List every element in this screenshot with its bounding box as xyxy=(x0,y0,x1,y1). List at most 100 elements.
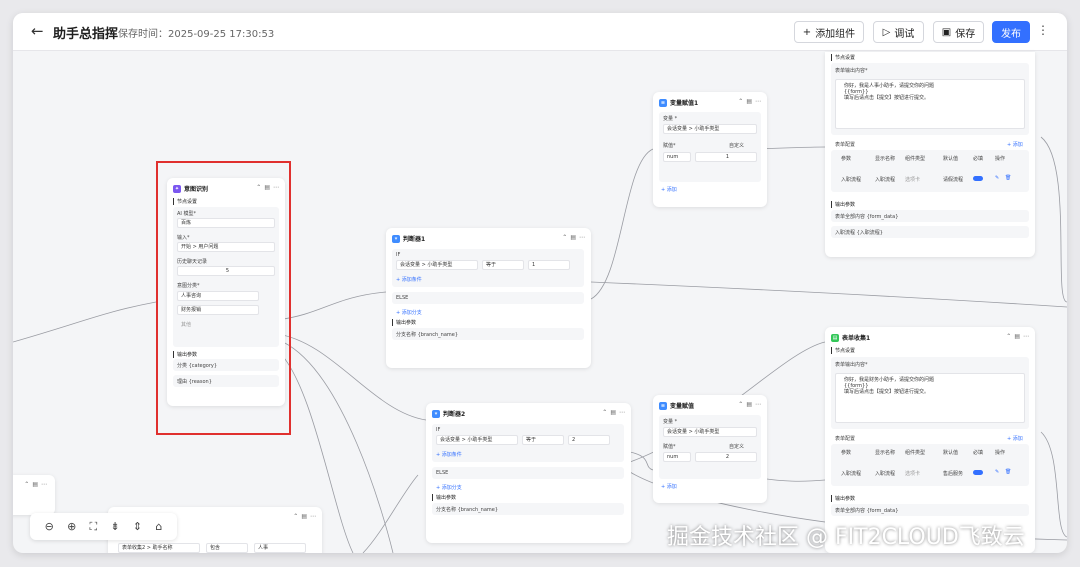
publish-label: 发布 xyxy=(1001,28,1021,40)
condition-value[interactable]: 2 xyxy=(568,435,610,445)
add-field-link[interactable]: + 添加 xyxy=(1007,435,1023,442)
run-icon[interactable]: ▤ xyxy=(610,409,616,416)
layout-icon[interactable]: ⌂ xyxy=(155,520,162,533)
run-icon[interactable]: ▤ xyxy=(32,481,38,488)
output-content-editor[interactable]: 你好，我是财务小助手，请提交你的问题 {{form}} 填写后请点击【提交】按钮… xyxy=(835,373,1025,423)
content-line: 填写后请点击【提交】按钮进行提交。 xyxy=(844,95,930,101)
variable-assign-node-1[interactable]: ≡ 变量赋值1 ⌃ ▤ ⋯ 变量 * 会话变量 > 小助手类型 赋值* 自定义 num… xyxy=(653,92,767,207)
else-panel: ELSE xyxy=(392,292,584,304)
edit-icon[interactable]: ✎ xyxy=(995,469,999,475)
condition-operator[interactable]: 包含 xyxy=(206,543,248,553)
publish-button[interactable]: 发布 xyxy=(992,21,1030,43)
collapse-icon[interactable]: ⌃ xyxy=(602,409,607,416)
zoom-out-icon[interactable]: ⊖ xyxy=(45,520,54,533)
form-collect-node-top[interactable]: 节点设置 表单输出内容* 你好，我是人事小助手，请提交你的问题 {{form}}… xyxy=(825,52,1035,257)
collapse-icon[interactable]: ⌃ xyxy=(24,481,29,488)
more-menu-icon[interactable]: ⋮ xyxy=(1037,23,1049,37)
add-component-button[interactable]: + 添加组件 xyxy=(794,21,864,43)
node-controls[interactable]: ⌃ ▤ ⋯ xyxy=(24,481,47,488)
back-arrow-icon[interactable]: ← xyxy=(31,22,44,40)
fit-view-icon[interactable]: ⛶ xyxy=(90,520,98,534)
assign-icon: ≡ xyxy=(659,401,667,410)
col-header: 必填 xyxy=(973,450,984,456)
condition-operator[interactable]: 等于 xyxy=(482,260,524,270)
collapse-icon[interactable]: ⌃ xyxy=(738,98,743,105)
run-icon[interactable]: ▤ xyxy=(1014,333,1020,340)
assign-mode[interactable]: 自定义 xyxy=(729,142,744,149)
cell-type: 选项卡 xyxy=(905,471,921,477)
content-line: 填写后请点击【提交】按钮进行提交。 xyxy=(844,389,930,395)
node-controls[interactable]: ⌃ ▤ ⋯ xyxy=(602,409,625,416)
node-controls[interactable]: ⌃ ▤ ⋯ xyxy=(293,513,316,520)
assign-label: 赋值* xyxy=(663,143,676,149)
partial-node-left[interactable]: ⌃ ▤ ⋯ xyxy=(13,475,55,515)
value-stepper[interactable]: 2 xyxy=(695,452,757,462)
condition-value[interactable]: 1 xyxy=(528,260,570,270)
cell-default: 请假流程 xyxy=(943,177,964,183)
zoom-in-icon[interactable]: ⊕ xyxy=(67,520,76,533)
add-field-link[interactable]: + 添加 xyxy=(1007,141,1023,148)
edit-icon[interactable]: ✎ xyxy=(995,175,999,181)
variable-assign-node-2[interactable]: ≡ 变量赋值 ⌃ ▤ ⋯ 变量 * 会话变量 > 小助手类型 赋值* 自定义 num … xyxy=(653,395,767,503)
judge-node-2[interactable]: ⑂ 判断器2 ⌃ ▤ ⋯ IF 会话变量 > 小助手类型 等于 2 + 添加条件 EL… xyxy=(426,403,631,543)
variable-label: 变量 * xyxy=(663,116,678,122)
workflow-canvas[interactable]: ✦ 意图识别 ⌃ ▤ ⋯ 节点设置 AI 模型* 百炼 输入* 开始 > 用户问题 历… xyxy=(13,52,1067,553)
node-controls[interactable]: ⌃ ▤ ⋯ xyxy=(1006,333,1029,340)
required-toggle[interactable] xyxy=(973,470,983,475)
required-toggle[interactable] xyxy=(973,176,983,181)
add-link[interactable]: + 添加 xyxy=(661,186,677,193)
col-header: 默认值 xyxy=(943,450,959,456)
more-icon[interactable]: ⋯ xyxy=(619,409,625,416)
condition-operator[interactable]: 等于 xyxy=(522,435,564,445)
collapse-icon[interactable]: ⌃ xyxy=(1006,333,1011,340)
add-branch-link[interactable]: + 添加分支 xyxy=(396,309,422,316)
node-controls[interactable]: ⌃ ▤ ⋯ xyxy=(738,401,761,408)
more-icon[interactable]: ⋯ xyxy=(41,481,47,488)
node-controls[interactable]: ⌃ ▤ ⋯ xyxy=(738,98,761,105)
assign-mode[interactable]: 自定义 xyxy=(729,443,744,450)
collapse-icon[interactable]: ⌃ xyxy=(562,234,567,241)
value-stepper[interactable]: 1 xyxy=(695,152,757,162)
content-lines: 你好，我是财务小助手，请提交你的问题 {{form}} 填写后请点击【提交】按钮… xyxy=(844,377,934,395)
content-lines: 你好，我是人事小助手，请提交你的问题 {{form}} 填写后请点击【提交】按钮… xyxy=(844,83,934,101)
output-params-heading: 输出参数 xyxy=(392,319,416,326)
condition-variable[interactable]: 表单收集2 > 助手名称 xyxy=(118,543,200,553)
node-controls[interactable]: ⌃ ▤ ⋯ xyxy=(562,234,585,241)
node-settings-heading: 节点设置 xyxy=(831,347,855,354)
delete-icon[interactable]: 🗑 xyxy=(1005,175,1011,181)
run-icon[interactable]: ▤ xyxy=(746,401,752,408)
type-select[interactable]: num xyxy=(663,452,691,462)
assign-icon: ≡ xyxy=(659,98,667,107)
more-icon[interactable]: ⋯ xyxy=(1023,333,1029,340)
judge-node-1[interactable]: ⑂ 判断器1 ⌃ ▤ ⋯ IF 会话变量 > 小助手类型 等于 1 + 添加条件 EL… xyxy=(386,228,591,368)
type-select[interactable]: num xyxy=(663,152,691,162)
page-title: 助手总指挥 xyxy=(53,27,119,42)
run-icon[interactable]: ▤ xyxy=(746,98,752,105)
more-icon[interactable]: ⋯ xyxy=(310,513,316,520)
delete-icon[interactable]: 🗑 xyxy=(1005,469,1011,475)
more-icon[interactable]: ⋯ xyxy=(579,234,585,241)
condition-value[interactable]: 人事 xyxy=(254,543,306,553)
output-content-editor[interactable]: 你好，我是人事小助手，请提交你的问题 {{form}} 填写后请点击【提交】按钮… xyxy=(835,79,1025,129)
debug-button[interactable]: ▷ 调试 xyxy=(873,21,924,43)
highlight-box xyxy=(156,161,291,435)
add-condition-link[interactable]: + 添加条件 xyxy=(436,451,462,458)
run-icon[interactable]: ▤ xyxy=(301,513,307,520)
condition-variable[interactable]: 会话变量 > 小助手类型 xyxy=(396,260,478,270)
more-icon[interactable]: ⋯ xyxy=(755,401,761,408)
save-button[interactable]: ▣ 保存 xyxy=(933,21,984,43)
collapse-icon[interactable]: ⌃ xyxy=(738,401,743,408)
expand-all-icon[interactable]: ⇕ xyxy=(133,520,142,533)
cell-default: 售后服务 xyxy=(943,471,964,477)
condition-variable[interactable]: 会话变量 > 小助手类型 xyxy=(436,435,518,445)
else-label: ELSE xyxy=(396,295,409,301)
add-branch-link[interactable]: + 添加分支 xyxy=(436,484,462,491)
add-condition-link[interactable]: + 添加条件 xyxy=(396,276,422,283)
variable-select[interactable]: 会话变量 > 小助手类型 xyxy=(663,427,757,437)
collapse-icon[interactable]: ⌃ xyxy=(293,513,298,520)
more-icon[interactable]: ⋯ xyxy=(755,98,761,105)
variable-select[interactable]: 会话变量 > 小助手类型 xyxy=(663,124,757,134)
run-icon[interactable]: ▤ xyxy=(570,234,576,241)
collapse-all-icon[interactable]: ⇟ xyxy=(110,520,119,533)
add-link[interactable]: + 添加 xyxy=(661,483,677,490)
